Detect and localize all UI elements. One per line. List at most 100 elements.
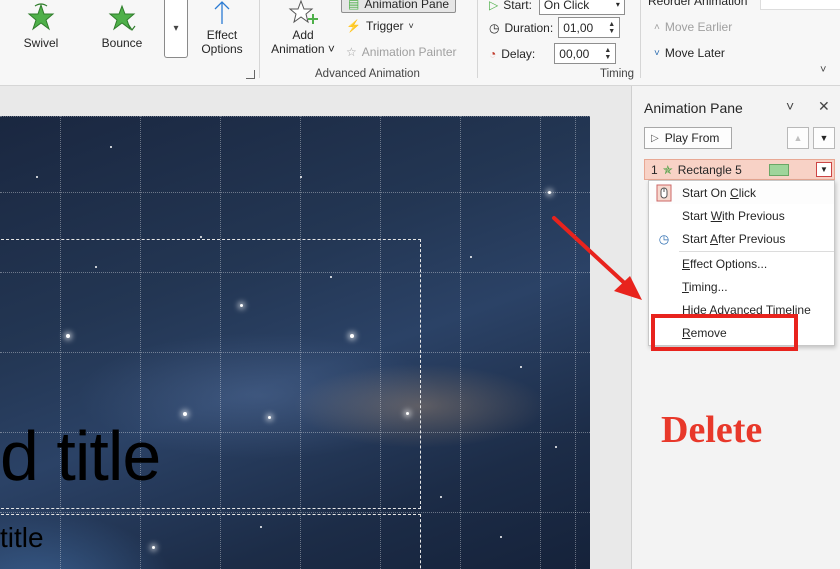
- trigger-button[interactable]: ⚡ Trigger ˅: [346, 19, 414, 33]
- slide-subtitle-text[interactable]: title: [0, 522, 44, 554]
- remove-highlight-box: [651, 314, 798, 351]
- chevron-down-icon: ˅: [786, 98, 795, 114]
- add-animation-label-1: Add: [292, 28, 314, 42]
- animation-timeline-bar: [768, 163, 789, 176]
- add-animation-star-icon: [288, 0, 318, 24]
- slide-canvas[interactable]: d title title: [0, 116, 590, 569]
- ribbon-overflow-tab: [760, 0, 840, 10]
- gridline: [0, 512, 590, 513]
- start-row: ▷ Start: On Click ▾: [489, 0, 625, 15]
- move-earlier-button[interactable]: ˄ Move Earlier: [654, 20, 732, 34]
- star: [520, 366, 522, 368]
- animation-bounce-button[interactable]: Bounce: [98, 2, 146, 50]
- menu-label-effect-options: Effect Options...: [682, 257, 768, 271]
- gridline: [0, 116, 590, 117]
- triangle-up-icon: ▲: [793, 133, 803, 143]
- animation-pane-icon: ▤: [348, 0, 360, 11]
- gridline: [540, 116, 541, 569]
- effect-options-label-1: Effect: [206, 28, 238, 42]
- animation-painter-icon: ☆: [346, 45, 357, 59]
- subtitle-placeholder[interactable]: [0, 514, 421, 569]
- slide-title-text[interactable]: d title: [0, 416, 161, 496]
- play-icon: ▷: [651, 132, 659, 144]
- gallery-more-button[interactable]: ▾: [164, 0, 188, 58]
- gallery-more-icon: ▾: [173, 23, 179, 34]
- effect-options-button[interactable]: Effect Options: [193, 0, 251, 56]
- chevron-down-icon: ˅: [654, 47, 660, 59]
- pane-options-button[interactable]: ˅: [786, 98, 794, 114]
- delay-spinner[interactable]: 00,00 ▲ ▼: [554, 43, 617, 64]
- pane-close-button[interactable]: ✕: [818, 98, 830, 115]
- menu-item-start-with-previous[interactable]: Start With Previous: [649, 205, 834, 227]
- star: [500, 536, 502, 538]
- move-up-button[interactable]: ▲: [787, 127, 809, 149]
- star: [548, 191, 551, 194]
- clock-icon: ◷: [658, 232, 670, 246]
- swivel-star-icon: [27, 3, 55, 31]
- lightning-icon: ⚡: [346, 19, 361, 33]
- animation-pane-label: Animation Pane: [364, 0, 450, 11]
- ribbon-separator: [640, 0, 641, 78]
- star: [470, 256, 472, 258]
- animation-list-item[interactable]: 1 ✯ Rectangle 5 ▼: [644, 159, 835, 180]
- add-animation-button[interactable]: Add Animation ˅: [266, 0, 340, 56]
- delete-annotation-text: Delete: [661, 409, 763, 451]
- spinner-arrows-icon: ▲ ▼: [608, 20, 616, 35]
- menu-item-effect-options[interactable]: Effect Options...: [649, 253, 834, 275]
- star: [300, 176, 302, 178]
- animation-item-name: Rectangle 5: [677, 162, 742, 177]
- menu-item-timing[interactable]: Timing...: [649, 276, 834, 298]
- star: [36, 176, 38, 178]
- play-from-label: Play From: [664, 131, 720, 145]
- gridline: [0, 192, 590, 193]
- animation-painter-button[interactable]: ☆ Animation Painter: [346, 45, 456, 59]
- animation-pane-button[interactable]: ▤ Animation Pane: [341, 0, 457, 13]
- spinner-arrows-icon: ▲ ▼: [604, 46, 612, 61]
- add-animation-label-2: Animation ˅: [271, 42, 335, 56]
- close-icon: ✕: [818, 98, 830, 114]
- delay-row: ◔ Delay: 00,00 ▲ ▼: [489, 43, 617, 64]
- play-from-button[interactable]: ▷ Play From: [644, 127, 732, 149]
- effect-options-label-2: Options: [201, 42, 243, 56]
- delay-clock-icon: ◔: [489, 46, 497, 61]
- clock-icon: ◷: [489, 20, 500, 35]
- start-label: Start:: [503, 0, 532, 12]
- timing-group-label: Timing: [600, 68, 635, 80]
- animation-pane-title: Animation Pane: [644, 100, 743, 116]
- annotation-arrow-icon: [552, 216, 642, 300]
- triangle-down-icon: ▼: [820, 165, 828, 174]
- reorder-header-label: Reorder Animation: [648, 0, 748, 8]
- animation-swivel-button[interactable]: Swivel: [18, 2, 64, 50]
- delay-value: 00,00: [559, 46, 590, 61]
- collapse-ribbon-button[interactable]: ˅: [820, 64, 826, 76]
- gridline: [575, 116, 576, 569]
- menu-label-timing: Timing...: [682, 280, 728, 294]
- triangle-down-icon: ▼: [819, 133, 829, 143]
- chevron-down-icon: ˅: [408, 21, 414, 31]
- menu-label-start-with-previous: Start With Previous: [682, 209, 785, 223]
- start-play-icon: ▷: [489, 0, 499, 12]
- duration-value: 01,00: [563, 20, 594, 35]
- animation-dialog-launcher[interactable]: [246, 70, 255, 79]
- move-earlier-label: Move Earlier: [664, 20, 733, 34]
- animation-painter-label: Animation Painter: [361, 45, 457, 59]
- move-later-label: Move Later: [664, 46, 725, 60]
- start-select[interactable]: On Click ▾: [538, 0, 625, 15]
- menu-item-start-after-previous[interactable]: ◷ Start After Previous: [649, 228, 834, 250]
- gridline: [460, 116, 461, 569]
- ribbon: Swivel Bounce ▾ Effect Options Add Anima…: [0, 0, 840, 86]
- duration-row: ◷ Duration: 01,00 ▲ ▼: [489, 17, 621, 38]
- menu-label-start-on-click: Start On Click: [682, 186, 757, 200]
- trigger-label: Trigger: [365, 19, 404, 33]
- animation-bounce-label: Bounce: [101, 36, 143, 50]
- move-down-button[interactable]: ▼: [813, 127, 835, 149]
- menu-item-start-on-click[interactable]: Start On Click: [649, 182, 834, 204]
- animation-swivel-label: Swivel: [23, 36, 59, 50]
- delay-label: Delay:: [501, 46, 536, 61]
- animation-item-dropdown[interactable]: ▼: [816, 162, 832, 177]
- move-later-button[interactable]: ˅ Move Later: [654, 46, 725, 60]
- ribbon-separator: [259, 0, 260, 78]
- animation-item-number: 1: [651, 162, 658, 177]
- chevron-up-icon: ˄: [654, 21, 660, 33]
- duration-spinner[interactable]: 01,00 ▲ ▼: [558, 17, 621, 38]
